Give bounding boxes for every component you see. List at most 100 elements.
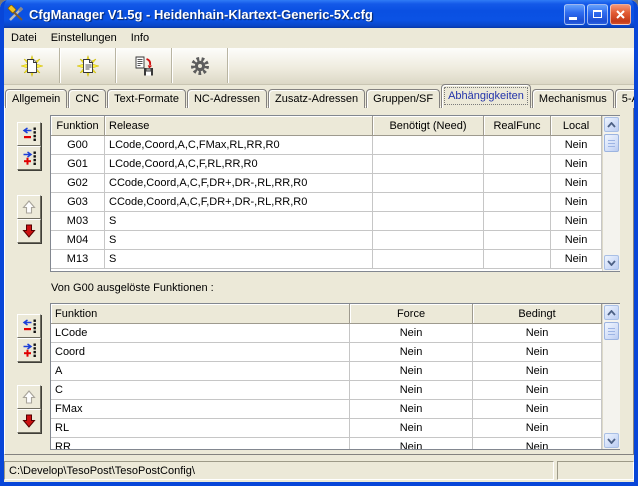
lower-move-up-button[interactable] — [17, 385, 41, 409]
cell: LCode,Coord,A,C,F,RL,RR,R0 — [105, 155, 373, 174]
menu-datei[interactable]: Datei — [4, 30, 44, 46]
tab-5-axis[interactable]: 5-Axis — [615, 89, 638, 108]
table-row-fmax[interactable]: FMaxNeinNein — [51, 400, 619, 419]
close-button[interactable] — [610, 4, 631, 25]
table-row-a[interactable]: ANeinNein — [51, 362, 619, 381]
statusbar-path: C:\Develop\TesoPost\TesoPostConfig\ — [4, 461, 554, 480]
tabstrip: AllgemeinCNCText-FormateNC-AdressenZusat… — [5, 84, 633, 108]
table-row-m13[interactable]: M13SNein — [51, 250, 619, 269]
upper-remove-entry-button[interactable] — [17, 122, 41, 146]
cell: G01 — [51, 155, 105, 174]
maximize-button[interactable] — [587, 4, 608, 25]
upper-move-down-button[interactable] — [17, 219, 41, 243]
scroll-up-button[interactable] — [604, 117, 619, 132]
cell: Nein — [551, 250, 602, 269]
scroll-up-icon — [607, 310, 616, 316]
column-header-funktion[interactable]: Funktion — [51, 116, 105, 136]
window-controls — [564, 4, 631, 25]
window-title: CfgManager V1.5g - Heidenhain-Klartext-G… — [29, 7, 564, 22]
minimize-button[interactable] — [564, 4, 585, 25]
column-header-realfunc[interactable]: RealFunc — [484, 116, 551, 136]
cell: A — [51, 362, 350, 381]
functions-table-scrollbar[interactable] — [602, 116, 620, 271]
cell — [373, 155, 484, 174]
table-row-c[interactable]: CNeinNein — [51, 381, 619, 400]
upper-move-up-button[interactable] — [17, 195, 41, 219]
column-header-funktion[interactable]: Funktion — [51, 304, 350, 324]
cell: Nein — [350, 362, 473, 381]
table-row-coord[interactable]: CoordNeinNein — [51, 343, 619, 362]
cell: C — [51, 381, 350, 400]
cell: FMax — [51, 400, 350, 419]
tab-mechanismus[interactable]: Mechanismus — [532, 89, 614, 108]
lower-move-down-button[interactable] — [17, 409, 41, 433]
cell — [484, 231, 551, 250]
scroll-grip — [608, 328, 615, 335]
titlebar: CfgManager V1.5g - Heidenhain-Klartext-G… — [0, 0, 638, 28]
column-header-local[interactable]: Local — [551, 116, 602, 136]
scroll-thumb[interactable] — [604, 134, 619, 152]
app-window: CfgManager V1.5g - Heidenhain-Klartext-G… — [0, 0, 638, 486]
lower-remove-entry-button[interactable] — [17, 314, 41, 338]
column-header-release[interactable]: Release — [105, 116, 373, 136]
scroll-down-button[interactable] — [604, 433, 619, 448]
add-entry-icon — [21, 150, 37, 166]
table-row-g00[interactable]: G00LCode,Coord,A,C,FMax,RL,RR,R0Nein — [51, 136, 619, 155]
settings-gear-icon — [189, 55, 211, 77]
maximize-icon — [593, 10, 602, 18]
functions-table[interactable]: FunktionReleaseBenötigt (Need)RealFuncLo… — [50, 115, 620, 272]
cell: Nein — [473, 438, 602, 450]
cell: G00 — [51, 136, 105, 155]
triggered-functions-table[interactable]: FunktionForceBedingtLCodeNeinNeinCoordNe… — [50, 303, 620, 450]
menu-info[interactable]: Info — [124, 30, 156, 46]
lower-add-entry-button[interactable] — [17, 338, 41, 362]
tab-zusatz-adressen[interactable]: Zusatz-Adressen — [268, 89, 365, 108]
close-icon — [615, 9, 626, 20]
new-file-button[interactable] — [4, 48, 60, 83]
save-file-button[interactable] — [116, 48, 172, 83]
cell: G02 — [51, 174, 105, 193]
settings-button[interactable] — [172, 48, 228, 83]
upper-add-entry-button[interactable] — [17, 146, 41, 170]
menubar: Datei Einstellungen Info — [4, 28, 634, 48]
open-file-button[interactable] — [60, 48, 116, 83]
table-row-g02[interactable]: G02CCode,Coord,A,C,F,DR+,DR-,RL,RR,R0Nei… — [51, 174, 619, 193]
table-row-g01[interactable]: G01LCode,Coord,A,C,F,RL,RR,R0Nein — [51, 155, 619, 174]
table-row-lcode[interactable]: LCodeNeinNein — [51, 324, 619, 343]
column-header-force[interactable]: Force — [350, 304, 473, 324]
table-row-rl[interactable]: RLNeinNein — [51, 419, 619, 438]
hammer-wrench-icon — [7, 5, 25, 23]
cell — [484, 136, 551, 155]
table-row-g03[interactable]: G03CCode,Coord,A,C,F,DR+,DR-,RL,RR,R0Nei… — [51, 193, 619, 212]
scroll-up-button[interactable] — [604, 305, 619, 320]
cell: Nein — [350, 419, 473, 438]
move-up-icon — [21, 199, 37, 215]
column-header-bedingt[interactable]: Bedingt — [473, 304, 602, 324]
tab-nc-adressen[interactable]: NC-Adressen — [187, 89, 267, 108]
cell: Nein — [551, 193, 602, 212]
tab-text-formate[interactable]: Text-Formate — [107, 89, 186, 108]
tab-gruppen-sf[interactable]: Gruppen/SF — [366, 89, 440, 108]
triggered-table-scrollbar[interactable] — [602, 304, 620, 449]
tab-allgemein[interactable]: Allgemein — [5, 89, 67, 108]
minimize-icon — [569, 17, 577, 20]
scroll-up-icon — [607, 122, 616, 128]
scroll-thumb[interactable] — [604, 322, 619, 340]
cell — [373, 174, 484, 193]
table-row-m04[interactable]: M04SNein — [51, 231, 619, 250]
cell: Nein — [350, 400, 473, 419]
cell: M13 — [51, 250, 105, 269]
table-row-m03[interactable]: M03SNein — [51, 212, 619, 231]
tab-abh-ngigkeiten[interactable]: Abhängigkeiten — [441, 84, 531, 108]
column-header-ben-tigt-need[interactable]: Benötigt (Need) — [373, 116, 484, 136]
move-up-icon — [21, 389, 37, 405]
tab-cnc[interactable]: CNC — [68, 89, 106, 108]
scroll-down-button[interactable] — [604, 255, 619, 270]
cell — [373, 212, 484, 231]
tabpage-abhaengigkeiten: FunktionReleaseBenötigt (Need)RealFuncLo… — [4, 106, 634, 455]
menu-einstellungen[interactable]: Einstellungen — [44, 30, 124, 46]
table-row-rr[interactable]: RRNeinNein — [51, 438, 619, 450]
new-document-icon — [21, 55, 43, 77]
cell — [484, 250, 551, 269]
cell: Nein — [473, 324, 602, 343]
